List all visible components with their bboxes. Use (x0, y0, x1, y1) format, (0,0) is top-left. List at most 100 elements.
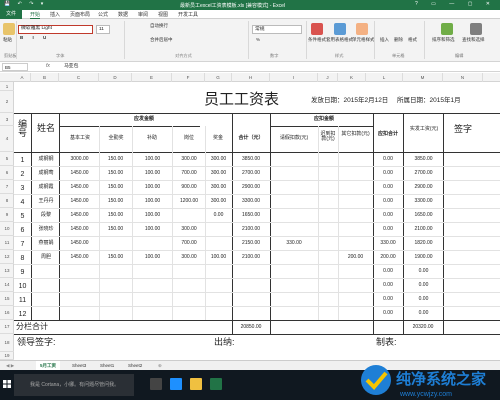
cell-style-button[interactable]: 单元格样式 (352, 37, 375, 43)
sort-filter-icon[interactable] (441, 23, 453, 35)
row-header[interactable]: 5 (0, 152, 14, 166)
column-header[interactable]: K (338, 73, 366, 82)
cell-net[interactable]: 3300.00 (405, 199, 442, 204)
row-header[interactable]: 19 (0, 352, 14, 360)
merge-center-button[interactable]: 合并后居中 (150, 37, 173, 43)
subheader-base[interactable]: 基本工资 (62, 136, 98, 141)
cell-no[interactable]: 4 (16, 199, 29, 206)
cell-deduct-total[interactable]: 330.00 (374, 241, 402, 246)
cell-name[interactable]: 王丹丹 (33, 199, 59, 204)
cortana-search-box[interactable]: 我是 Cortana，小娜。有问题尽管问我。 (14, 374, 134, 396)
row-header[interactable]: 15 (0, 292, 14, 306)
row-header[interactable]: 17 (0, 320, 14, 334)
sheet-tab[interactable]: Sheet2 (124, 361, 146, 370)
font-style-buttons[interactable]: B I U (20, 35, 50, 40)
tab-page-layout[interactable]: 页面布局 (70, 11, 90, 18)
row-header[interactable]: 6 (0, 166, 14, 180)
formula-input[interactable]: 马亚包 (64, 63, 78, 71)
task-view-icon[interactable] (150, 378, 162, 390)
cell-net[interactable]: 0.00 (405, 283, 442, 288)
tab-data[interactable]: 数据 (118, 11, 128, 18)
cell-attendance[interactable]: 150.00 (100, 157, 131, 162)
subheader-other[interactable]: 其它扣款(元) (339, 132, 372, 137)
cell-subsidy[interactable]: 100.00 (134, 185, 171, 190)
cell-subsidy[interactable]: 100.00 (134, 157, 171, 162)
window-controls[interactable]: ? ▭ — ▢ ✕ (415, 1, 496, 7)
wrap-text-button[interactable]: 自动换行 (150, 23, 168, 29)
column-header[interactable]: D (99, 73, 132, 82)
paste-icon[interactable] (3, 23, 15, 35)
cell-base[interactable]: 1450.00 (61, 227, 98, 232)
edge-icon[interactable] (170, 378, 182, 390)
cell-post[interactable]: 900.00 (174, 185, 204, 190)
cell-no[interactable]: 8 (16, 255, 29, 262)
font-name-dropdown[interactable]: 微软雅黑 Light (18, 25, 93, 34)
tab-review[interactable]: 审阅 (138, 11, 148, 18)
cell-no[interactable]: 7 (16, 241, 29, 248)
cell-bonus[interactable]: 300.00 (206, 199, 231, 204)
cell-post[interactable]: 700.00 (174, 171, 204, 176)
quick-access-toolbar[interactable]: 💾 ↶ ↷ ▾ (4, 1, 46, 7)
cell-deduct-total[interactable]: 0.00 (374, 199, 402, 204)
column-header[interactable]: L (366, 73, 403, 82)
row-header[interactable]: 3 (0, 113, 14, 126)
font-size-dropdown[interactable]: 11 (96, 25, 110, 34)
sheet-title[interactable]: 员工工资表 (204, 92, 279, 107)
cell-deduct-total[interactable]: 0.00 (374, 213, 402, 218)
cell-name[interactable]: 燕丽娟 (33, 241, 59, 246)
cell-total[interactable]: 2700.00 (233, 171, 269, 176)
cell-total[interactable]: 2900.00 (233, 185, 269, 190)
cell-no[interactable]: 1 (16, 157, 29, 164)
column-header[interactable]: N (443, 73, 483, 82)
format-table-button[interactable]: 套用表格格式 (326, 37, 353, 43)
period[interactable]: 所属日期：2015年1月 (397, 97, 461, 105)
cell-net[interactable]: 2900.00 (405, 185, 442, 190)
tab-developer[interactable]: 开发工具 (178, 11, 198, 18)
cell-style-icon[interactable] (356, 23, 368, 35)
paste-button[interactable]: 粘贴 (3, 37, 12, 43)
cell-name[interactable]: 段黎 (33, 213, 59, 218)
sort-filter-button[interactable]: 排序和筛选 (432, 37, 455, 43)
sheet-nav-arrows[interactable]: ◀ ▶ (2, 361, 18, 370)
cell-attendance[interactable]: 150.00 (100, 227, 131, 232)
subheader-leave[interactable]: 请假扣款(元) (272, 136, 316, 141)
sum-net[interactable]: 20320.00 (406, 325, 440, 330)
column-header[interactable]: I (270, 73, 318, 82)
subheader-attendance[interactable]: 全勤奖 (100, 136, 132, 141)
cell-net[interactable]: 2100.00 (405, 227, 442, 232)
cell-bonus[interactable]: 300.00 (206, 157, 231, 162)
cell-base[interactable]: 1450.00 (61, 199, 98, 204)
column-header[interactable]: M (403, 73, 443, 82)
column-header[interactable]: C (59, 73, 99, 82)
cell-post[interactable]: 1200.00 (174, 199, 204, 204)
cell-net[interactable]: 3850.00 (405, 157, 442, 162)
tab-view[interactable]: 视图 (158, 11, 168, 18)
cell-subsidy[interactable]: 100.00 (134, 227, 171, 232)
add-sheet-icon[interactable]: ⊕ (154, 361, 166, 370)
header-net[interactable]: 实发工资(元) (405, 127, 443, 132)
cell-subsidy[interactable]: 100.00 (134, 255, 171, 260)
cell-subsidy[interactable]: 100.00 (134, 199, 171, 204)
header-name[interactable]: 姓名 (33, 124, 59, 133)
row-header[interactable]: 1 (0, 82, 14, 91)
cell-no[interactable]: 11 (16, 297, 29, 304)
row-header[interactable]: 7 (0, 180, 14, 194)
subheader-post[interactable]: 岗位 (174, 136, 204, 141)
cell-net[interactable]: 0.00 (405, 311, 442, 316)
row-header[interactable]: 9 (0, 208, 14, 222)
cell-total[interactable]: 2100.00 (233, 255, 269, 260)
cell-no[interactable]: 12 (16, 311, 29, 318)
cell-base[interactable]: 3000.00 (61, 157, 98, 162)
cell-total[interactable]: 2150.00 (233, 241, 269, 246)
cell-no[interactable]: 10 (16, 283, 29, 290)
cell-no[interactable]: 9 (16, 269, 29, 276)
cell-post[interactable]: 300.00 (174, 227, 204, 232)
delete-cells-button[interactable]: 删除 (394, 37, 403, 43)
cell-no[interactable]: 6 (16, 227, 29, 234)
cell-deduct-total[interactable]: 0.00 (374, 269, 402, 274)
file-explorer-icon[interactable] (190, 378, 202, 390)
cell-total[interactable]: 3850.00 (233, 157, 269, 162)
tab-insert[interactable]: 插入 (50, 11, 60, 18)
column-header[interactable]: E (132, 73, 172, 82)
subheader-subsidy[interactable]: 补助 (134, 136, 170, 141)
